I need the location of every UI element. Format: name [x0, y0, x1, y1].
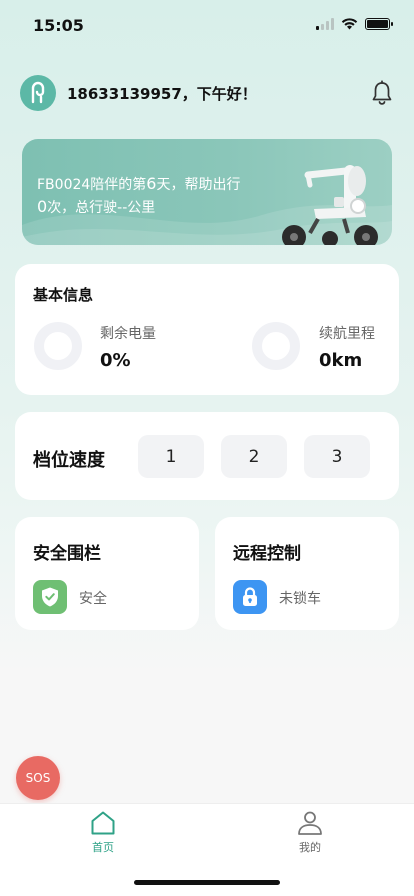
cellular-signal-icon — [316, 18, 334, 30]
range-ring-gauge — [252, 322, 300, 370]
banner-line1-suffix: 天，帮助出行 — [156, 177, 241, 193]
remote-control-status: 未锁车 — [279, 591, 321, 607]
safety-fence-title: 安全围栏 — [33, 544, 101, 564]
remote-control-title: 远程控制 — [233, 544, 301, 564]
gear-button-1[interactable]: 1 — [138, 435, 204, 478]
home-indicator — [134, 880, 280, 885]
tab-home[interactable]: 首页 — [63, 809, 143, 855]
banner-text: FB0024陪伴的第6天，帮助出行 0次，总行驶--公里 — [37, 173, 277, 219]
tab-home-label: 首页 — [92, 841, 114, 854]
banner-line-1: FB0024陪伴的第6天，帮助出行 — [37, 173, 277, 196]
sos-button[interactable]: SOS — [16, 756, 60, 800]
basic-info-card: 基本信息 剩余电量 0% 续航里程 0km — [15, 264, 399, 395]
bell-icon[interactable] — [370, 80, 394, 106]
greeting-text: 18633139957，下午好！ — [67, 84, 257, 103]
range-label: 续航里程 — [319, 326, 375, 342]
header: 18633139957，下午好！ — [20, 75, 394, 111]
banner-line2-suffix: 次，总行驶--公里 — [47, 200, 156, 216]
battery-label: 剩余电量 — [100, 326, 156, 342]
status-bar: 15:05 — [0, 0, 414, 52]
shield-check-icon — [33, 580, 67, 614]
app-logo-icon[interactable] — [20, 75, 56, 111]
safety-fence-card[interactable]: 安全围栏 安全 — [15, 517, 199, 630]
gear-button-3[interactable]: 3 — [304, 435, 370, 478]
banner-trips-value: 0 — [37, 197, 48, 216]
gear-speed-card: 档位速度 1 2 3 — [15, 412, 399, 500]
battery-ring-gauge — [34, 322, 82, 370]
gear-button-2[interactable]: 2 — [221, 435, 287, 478]
home-icon — [91, 811, 115, 835]
wheelchair-icon — [282, 165, 378, 245]
lock-icon — [233, 580, 267, 614]
banner-days-value: 6 — [146, 174, 157, 193]
battery-value: 0% — [100, 350, 131, 371]
banner-line1-prefix: FB0024陪伴的第 — [37, 177, 147, 193]
tab-mine[interactable]: 我的 — [270, 809, 350, 855]
banner-line-2: 0次，总行驶--公里 — [37, 196, 277, 219]
status-icons — [316, 18, 393, 30]
safety-fence-status: 安全 — [79, 591, 107, 607]
range-value: 0km — [319, 350, 363, 371]
wifi-icon — [341, 18, 358, 30]
battery-icon — [365, 18, 393, 30]
remote-control-card[interactable]: 远程控制 未锁车 — [215, 517, 399, 630]
tab-mine-label: 我的 — [299, 841, 321, 854]
gear-speed-title: 档位速度 — [33, 450, 105, 471]
basic-info-title: 基本信息 — [33, 286, 94, 304]
status-time: 15:05 — [33, 16, 84, 35]
companion-banner[interactable]: FB0024陪伴的第6天，帮助出行 0次，总行驶--公里 — [22, 139, 392, 245]
user-icon — [298, 811, 322, 835]
